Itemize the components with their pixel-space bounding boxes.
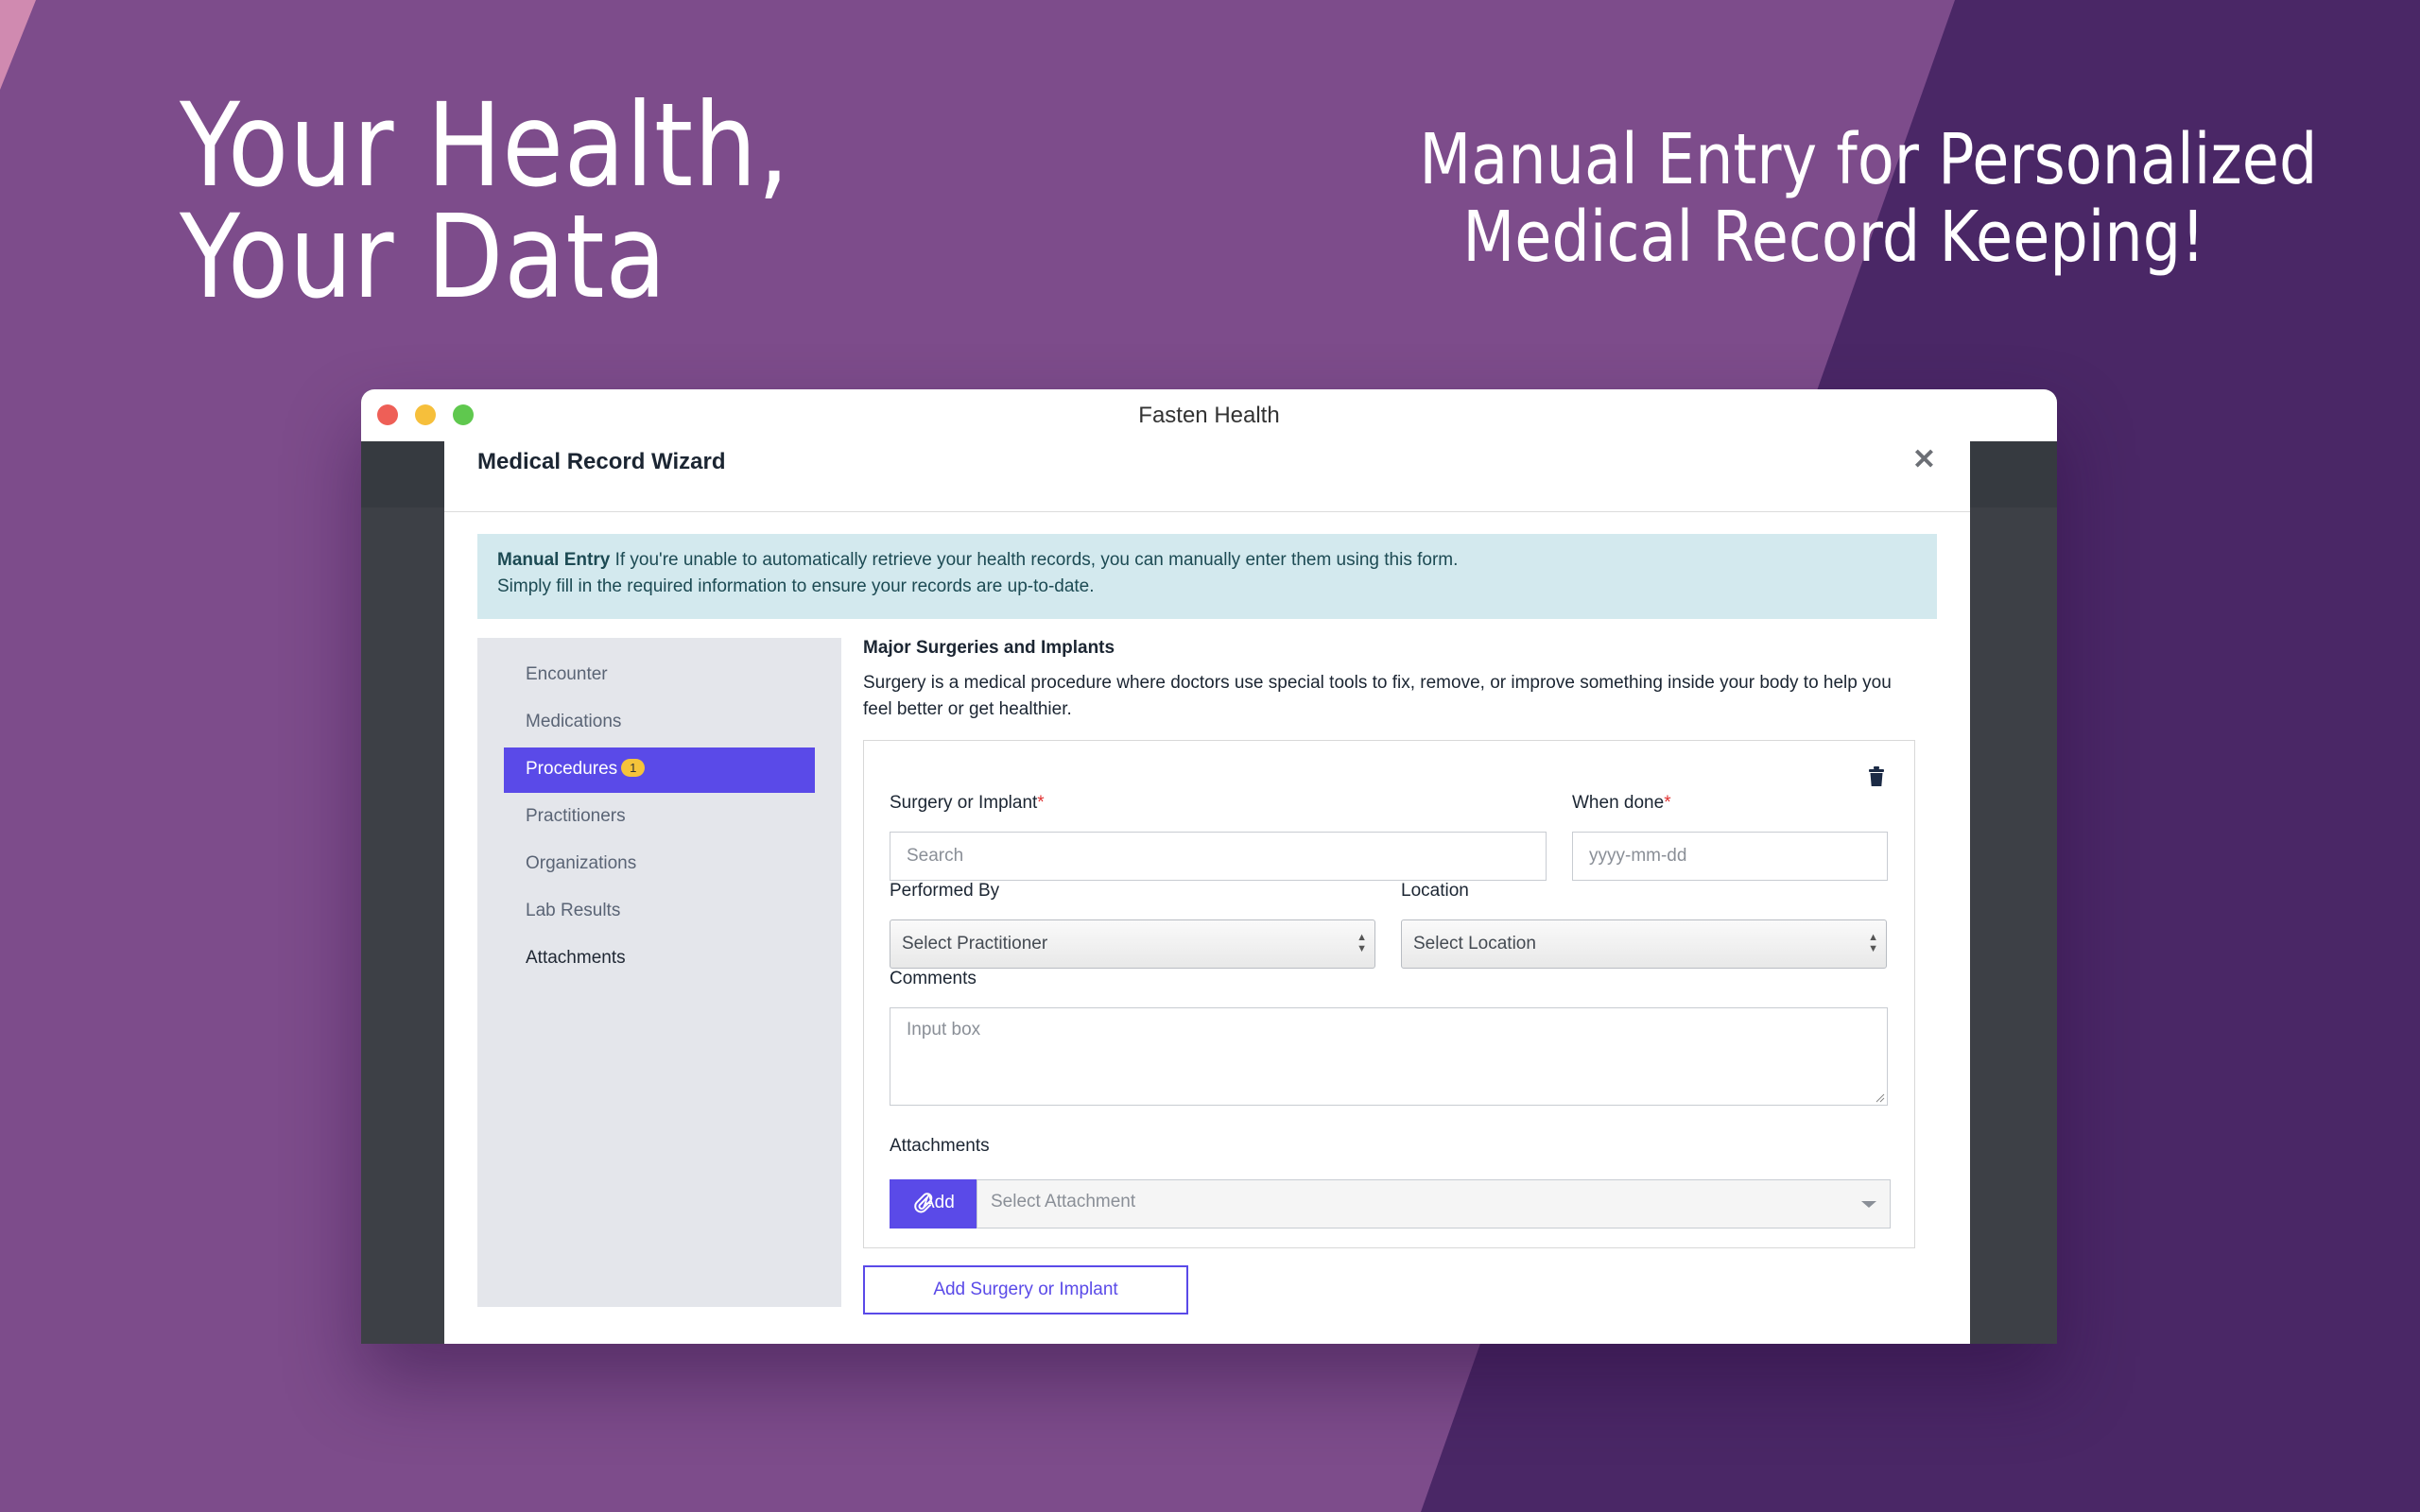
modal-title: Medical Record Wizard xyxy=(477,449,726,474)
tagline: Manual Entry for Personalized Medical Re… xyxy=(1419,119,2318,278)
chevron-down-icon xyxy=(1861,1201,1876,1208)
app-window: Fasten Health Medical Record Wizard ✕ Ma… xyxy=(361,389,2057,1344)
surgery-or-implant-label: Surgery or Implant* xyxy=(890,793,1045,813)
attachments-label: Attachments xyxy=(890,1136,990,1156)
surgery-entry-card: Surgery or Implant* Search When done* yy… xyxy=(863,740,1915,1248)
sidebar-item-label: Practitioners xyxy=(526,806,626,826)
tagline-line-1: Manual Entry for Personalized xyxy=(1419,119,2318,200)
sidebar-item-procedures[interactable]: Procedures 1 xyxy=(504,747,815,793)
alert-line-1: If you're unable to automatically retrie… xyxy=(610,550,1459,570)
paperclip-icon xyxy=(914,1193,933,1213)
sidebar-item-organizations[interactable]: Organizations xyxy=(504,842,815,887)
select-arrows-icon: ▲ ▼ xyxy=(1357,932,1367,954)
modal-header: Medical Record Wizard ✕ xyxy=(444,441,1970,512)
location-select-value: Select Location xyxy=(1413,934,1536,954)
alert-line-2: Simply fill in the required information … xyxy=(497,576,1095,596)
sidebar-item-label: Medications xyxy=(526,712,622,731)
when-done-date-input[interactable]: yyyy-mm-dd xyxy=(1572,832,1888,881)
wizard-sidebar: Encounter Medications Procedures 1 Practi… xyxy=(477,638,841,1307)
sidebar-item-label: Organizations xyxy=(526,853,637,873)
close-icon[interactable]: ✕ xyxy=(1912,446,1936,474)
sidebar-item-lab-results[interactable]: Lab Results xyxy=(504,889,815,935)
headline-line-2: Your Data xyxy=(180,190,667,324)
practitioner-select-value: Select Practitioner xyxy=(902,934,1048,954)
section-description: Surgery is a medical procedure where doc… xyxy=(863,673,1892,719)
sidebar-item-label: Attachments xyxy=(526,948,626,968)
comments-label: Comments xyxy=(890,969,977,988)
sidebar-item-label: Procedures xyxy=(526,759,618,779)
manual-entry-alert: Manual Entry If you're unable to automat… xyxy=(477,534,1937,619)
location-select[interactable]: Select Location ▲ ▼ xyxy=(1401,919,1887,969)
sidebar-item-practitioners[interactable]: Practitioners xyxy=(504,795,815,840)
performed-by-label: Performed By xyxy=(890,881,1000,901)
practitioner-select[interactable]: Select Practitioner ▲ ▼ xyxy=(890,919,1375,969)
alert-title: Manual Entry xyxy=(497,550,611,570)
when-done-label: When done* xyxy=(1572,793,1671,813)
sidebar-item-medications[interactable]: Medications xyxy=(504,700,815,746)
medical-record-wizard-modal: Medical Record Wizard ✕ Manual Entry If … xyxy=(444,441,1970,1344)
headline: Your Health, Your Data xyxy=(180,78,790,324)
sidebar-item-label: Encounter xyxy=(526,664,608,684)
add-surgery-button[interactable]: Add Surgery or Implant xyxy=(863,1265,1188,1314)
comments-textarea[interactable]: Input box xyxy=(890,1007,1888,1106)
window-title: Fasten Health xyxy=(1138,403,1280,428)
sidebar-item-attachments[interactable]: Attachments xyxy=(504,936,815,982)
window-titlebar: Fasten Health xyxy=(361,389,2057,442)
attachment-select-value: Select Attachment xyxy=(991,1192,1136,1211)
headline-line-1: Your Health, xyxy=(180,78,790,213)
procedures-count-badge: 1 xyxy=(621,759,646,778)
trash-icon[interactable] xyxy=(1868,766,1885,787)
add-attachment-button[interactable]: Add xyxy=(890,1179,977,1228)
resize-handle-icon[interactable] xyxy=(1876,1093,1885,1103)
select-arrows-icon: ▲ ▼ xyxy=(1868,932,1878,954)
sidebar-item-encounter[interactable]: Encounter xyxy=(504,653,815,698)
tagline-line-2: Medical Record Keeping! xyxy=(1462,197,2205,278)
section-title: Major Surgeries and Implants xyxy=(863,638,1115,658)
attachment-select[interactable]: Select Attachment xyxy=(977,1179,1891,1228)
location-label: Location xyxy=(1401,881,1469,901)
surgery-search-input[interactable]: Search xyxy=(890,832,1547,881)
comments-placeholder: Input box xyxy=(907,1020,981,1040)
sidebar-item-label: Lab Results xyxy=(526,901,621,920)
